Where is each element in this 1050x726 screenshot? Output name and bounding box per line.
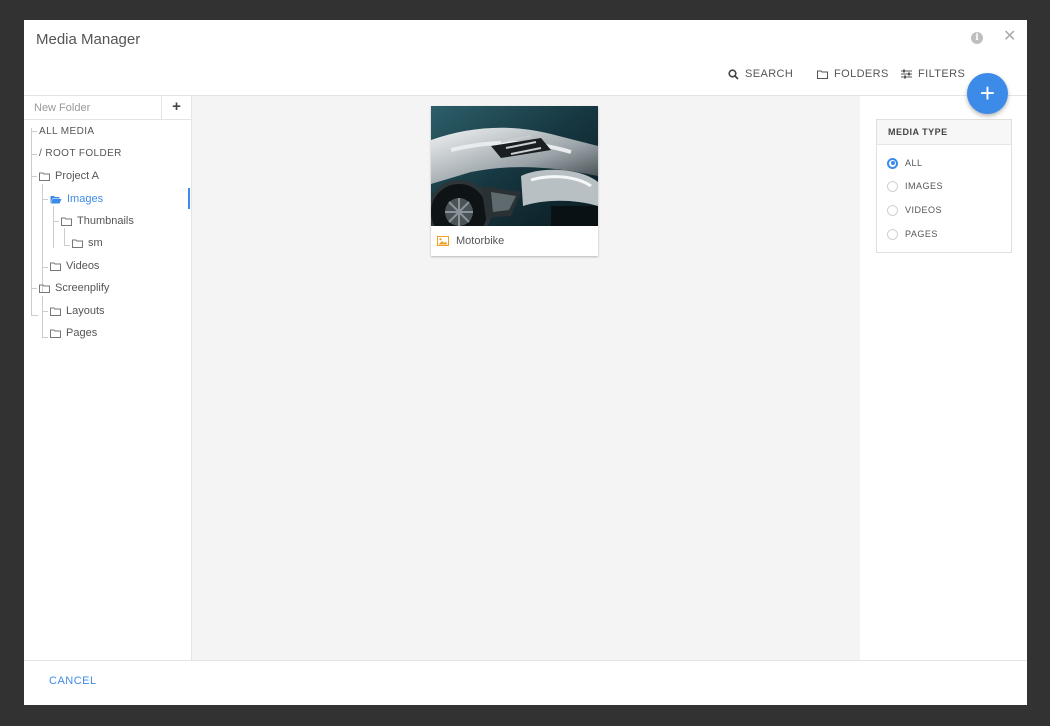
- close-icon[interactable]: ✕: [1003, 28, 1016, 46]
- folders-label: FOLDERS: [834, 68, 889, 80]
- folder-icon: [39, 284, 50, 293]
- tree-item-label: / ROOT FOLDER: [39, 148, 122, 159]
- media-type-filter: MEDIA TYPE ALL IMAGES VIDEOS PAGES: [876, 119, 1012, 253]
- filters-button[interactable]: FILTERS: [901, 68, 965, 80]
- media-name: Motorbike: [456, 235, 505, 247]
- cancel-button[interactable]: CANCEL: [49, 675, 97, 687]
- tree-line: [64, 245, 70, 246]
- filter-option-images[interactable]: IMAGES: [887, 178, 943, 194]
- media-thumbnail: [431, 106, 598, 226]
- radio-icon[interactable]: [887, 204, 898, 216]
- plus-icon: +: [979, 78, 996, 108]
- filter-option-all[interactable]: ALL: [887, 155, 923, 171]
- tree-item-images[interactable]: Images: [50, 189, 103, 209]
- dialog-title: Media Manager: [36, 31, 141, 48]
- filters-label: FILTERS: [918, 68, 966, 80]
- tree-item-label: Images: [67, 193, 104, 205]
- tree-item-layouts[interactable]: Layouts: [50, 301, 105, 321]
- tree-line: [42, 267, 48, 268]
- tree-item-label: Project A: [55, 170, 100, 182]
- search-label: SEARCH: [745, 68, 794, 80]
- tree-item-all-media[interactable]: ALL MEDIA: [39, 122, 94, 142]
- tree-line: [42, 184, 43, 292]
- filter-title: MEDIA TYPE: [877, 120, 1011, 145]
- tree-line: [53, 206, 54, 248]
- tree-line: [31, 131, 37, 132]
- sliders-icon: [901, 69, 912, 79]
- folder-icon: [50, 307, 61, 316]
- tree-item-pages[interactable]: Pages: [50, 323, 97, 343]
- radio-icon[interactable]: [887, 228, 898, 240]
- tree-line: [42, 199, 48, 200]
- media-manager-dialog: Media Manager i ✕ SEARCH FOLDERS FILTERS…: [24, 20, 1027, 705]
- active-indicator: [188, 188, 190, 209]
- media-card[interactable]: Motorbike: [431, 106, 598, 256]
- tree-item-screenplify[interactable]: Screenplify: [39, 278, 109, 298]
- tree-line: [53, 221, 59, 222]
- radio-icon[interactable]: [887, 180, 898, 192]
- folder-icon: [50, 329, 61, 338]
- tree-line: [31, 176, 37, 177]
- tree-item-label: Layouts: [66, 305, 105, 317]
- tree-item-label: Pages: [66, 327, 98, 339]
- tree-item-root-folder[interactable]: / ROOT FOLDER: [39, 144, 122, 164]
- tree-item-thumbnails[interactable]: Thumbnails: [61, 211, 134, 231]
- tree-item-label: Screenplify: [55, 282, 110, 294]
- plus-icon: +: [172, 98, 181, 115]
- tree-item-project-a[interactable]: Project A: [39, 166, 99, 186]
- tree-item-label: ALL MEDIA: [39, 126, 95, 137]
- media-card-footer: Motorbike: [431, 226, 598, 256]
- tree-item-videos[interactable]: Videos: [50, 256, 99, 276]
- folder-icon: [61, 217, 72, 226]
- new-folder-input[interactable]: [24, 96, 162, 120]
- tree-item-sm[interactable]: sm: [72, 233, 103, 253]
- tree-line: [31, 288, 37, 289]
- folders-button[interactable]: FOLDERS: [817, 68, 889, 80]
- add-folder-button[interactable]: +: [162, 96, 191, 120]
- radio-checked-icon[interactable]: [887, 157, 898, 169]
- folder-icon: [72, 239, 83, 248]
- folder-open-icon: [50, 195, 62, 203]
- add-media-button[interactable]: +: [967, 73, 1008, 114]
- folder-icon: [39, 172, 50, 181]
- search-button[interactable]: SEARCH: [728, 68, 793, 80]
- filter-option-pages[interactable]: PAGES: [887, 226, 938, 242]
- folder-sidebar: + ALL MEDIA / ROOT FOLDER Project A: [24, 96, 192, 660]
- media-grid: Motorbike: [192, 96, 860, 660]
- footer-divider: [24, 660, 1027, 661]
- tree-line: [31, 154, 37, 155]
- filter-option-label: PAGES: [905, 229, 938, 239]
- tree-line: [31, 315, 38, 316]
- info-icon[interactable]: i: [971, 32, 983, 44]
- tree-item-label: Videos: [66, 260, 100, 272]
- filter-option-label: ALL: [905, 158, 923, 168]
- tree-line: [42, 337, 48, 338]
- filter-option-label: IMAGES: [905, 181, 944, 191]
- tree-line: [42, 311, 48, 312]
- tree-line: [42, 296, 43, 338]
- tree-item-label: sm: [88, 237, 103, 249]
- filter-option-label: VIDEOS: [905, 205, 943, 215]
- folder-icon: [50, 262, 61, 271]
- filter-option-videos[interactable]: VIDEOS: [887, 202, 942, 218]
- image-icon: [437, 236, 449, 246]
- folder-icon: [817, 70, 828, 79]
- tree-item-label: Thumbnails: [77, 215, 134, 227]
- search-icon: [728, 68, 739, 80]
